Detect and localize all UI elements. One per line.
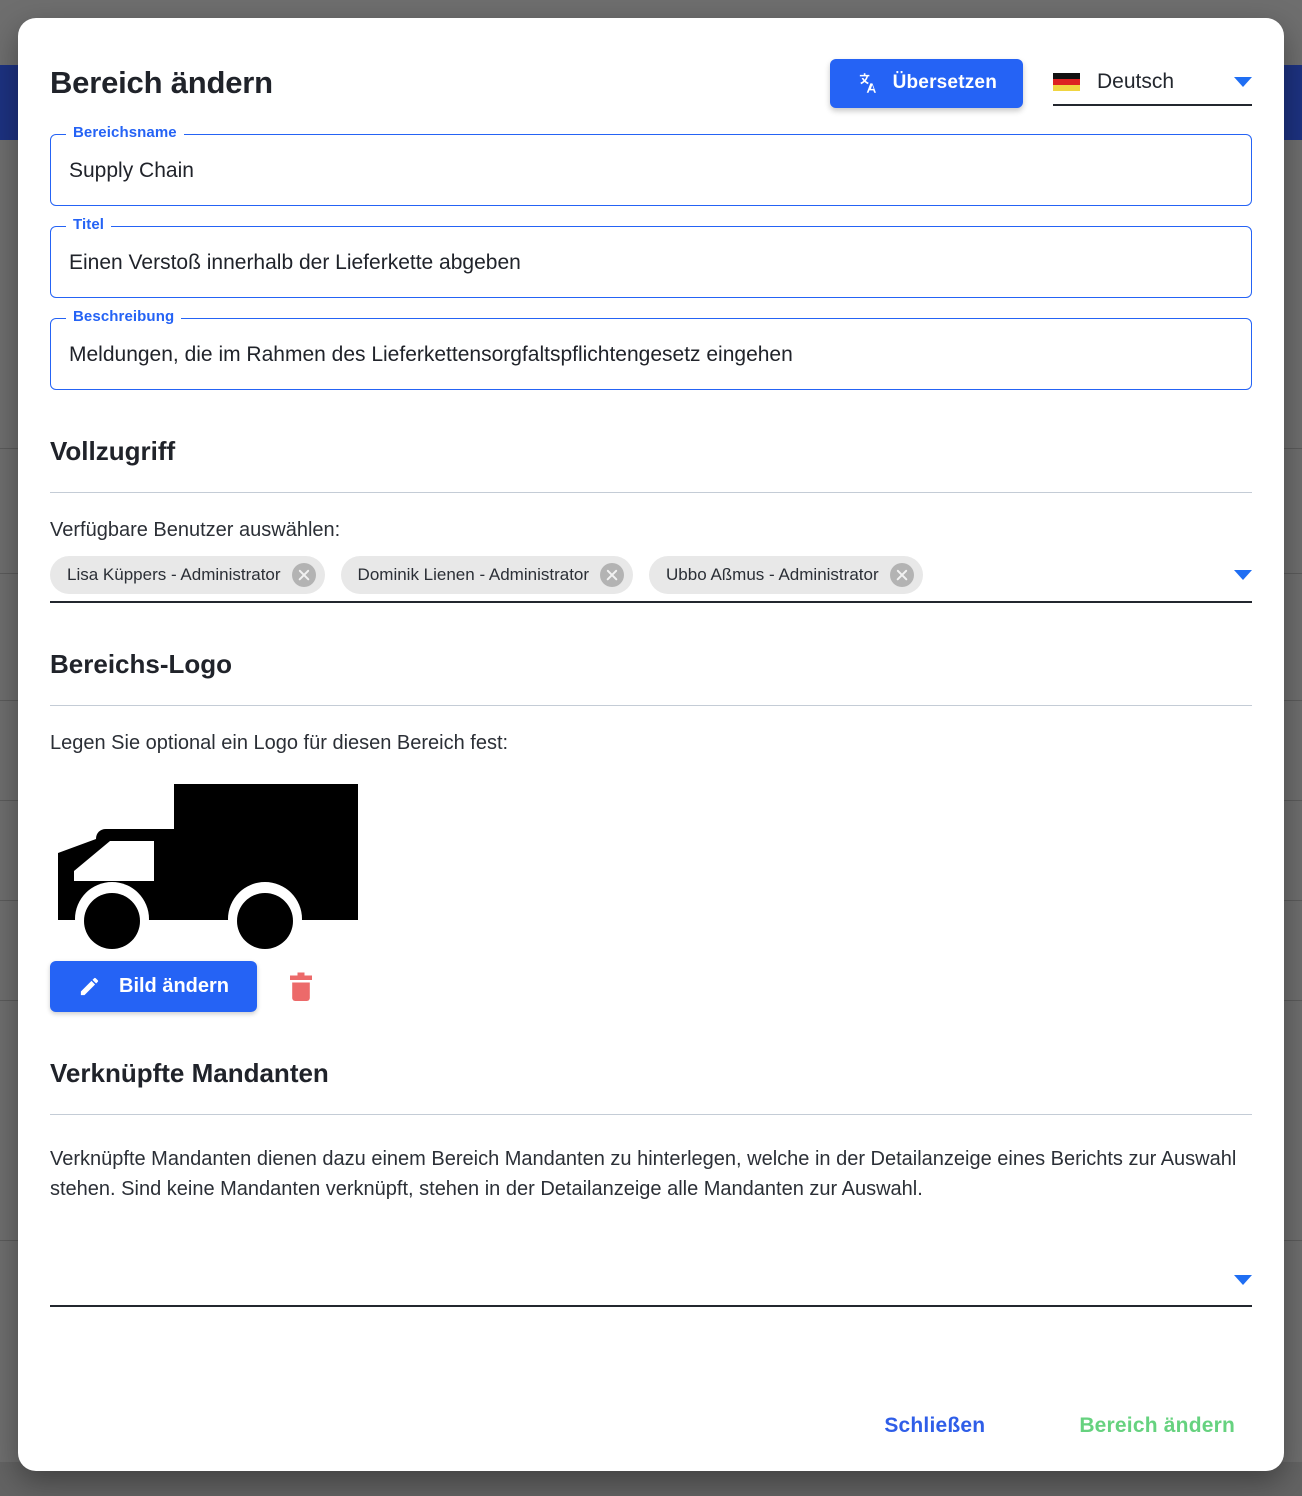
linked-clients-description: Verknüpfte Mandanten dienen dazu einem B… [50,1148,1237,1201]
close-button[interactable]: Schließen [880,1406,989,1446]
dialog-body: Bereich ändern Übersetzen Deutsch Bereic… [18,18,1284,1381]
close-icon[interactable] [291,563,316,587]
truck-logo [58,784,358,953]
language-select-value: Deutsch [1097,70,1175,93]
change-image-button-label: Bild ändern [119,975,230,997]
area-name-field[interactable]: Bereichsname Supply Chain [50,124,1252,206]
close-icon[interactable] [600,563,625,587]
trash-icon[interactable] [289,972,313,1002]
description-label: Beschreibung [66,308,182,325]
linked-clients-heading: Verknüpfte Mandanten [50,1058,329,1088]
translate-button[interactable]: Übersetzen [829,58,1023,108]
user-chip[interactable]: Lisa Küppers - Administrator [50,556,325,594]
area-name-label: Bereichsname [66,124,184,141]
chevron-down-icon[interactable] [1234,570,1252,580]
close-icon[interactable] [889,563,914,587]
description-value: Meldungen, die im Rahmen des Lieferkette… [69,342,793,366]
area-logo-heading: Bereichs-Logo [50,649,233,679]
full-access-hint: Verfügbare Benutzer auswählen: [50,519,341,541]
area-name-value: Supply Chain [69,158,194,182]
description-field[interactable]: Beschreibung Meldungen, die im Rahmen de… [50,308,1252,390]
save-area-button[interactable]: Bereich ändern [1075,1406,1239,1446]
dialog-footer: Schließen Bereich ändern [18,1381,1284,1471]
chevron-down-icon[interactable] [1234,1274,1252,1285]
full-access-heading: Vollzugriff [50,436,176,466]
flag-de-icon [1053,73,1080,91]
language-select[interactable]: Deutsch [1053,60,1252,106]
title-label: Titel [66,216,112,233]
section-divider [50,705,1252,706]
user-chip[interactable]: Ubbo Aßmus - Administrator [649,556,923,594]
user-chip[interactable]: Dominik Lienen - Administrator [340,556,634,594]
area-logo-hint: Legen Sie optional ein Logo für diesen B… [50,732,509,754]
users-select[interactable]: Lisa Küppers - Administrator Dominik Lie… [50,556,1252,603]
user-chip-list: Lisa Küppers - Administrator Dominik Lie… [50,556,1234,594]
change-image-button[interactable]: Bild ändern [50,961,258,1012]
user-chip-label: Ubbo Aßmus - Administrator [666,565,879,584]
chevron-down-icon [1234,77,1252,87]
area-logo-preview [50,781,1252,953]
section-divider [50,1114,1252,1115]
translate-button-label: Übersetzen [892,72,997,93]
edit-area-dialog: Bereich ändern Übersetzen Deutsch Bereic… [18,18,1284,1471]
user-chip-label: Dominik Lienen - Administrator [357,565,590,584]
page-title: Bereich ändern [50,65,273,100]
translate-icon [859,73,876,93]
user-chip-label: Lisa Küppers - Administrator [67,565,281,584]
pencil-icon [80,977,99,996]
screen: Bereich ändern Übersetzen Deutsch Bereic… [0,0,1302,1496]
linked-clients-select[interactable] [50,1261,1252,1307]
logo-actions: Bild ändern [50,961,1252,1012]
title-value: Einen Verstoß innerhalb der Lieferkette … [69,250,521,274]
title-field[interactable]: Titel Einen Verstoß innerhalb der Liefer… [50,216,1252,298]
dialog-header: Bereich ändern Übersetzen Deutsch [50,52,1252,114]
section-divider [50,492,1252,493]
header-actions: Übersetzen Deutsch [829,58,1252,108]
